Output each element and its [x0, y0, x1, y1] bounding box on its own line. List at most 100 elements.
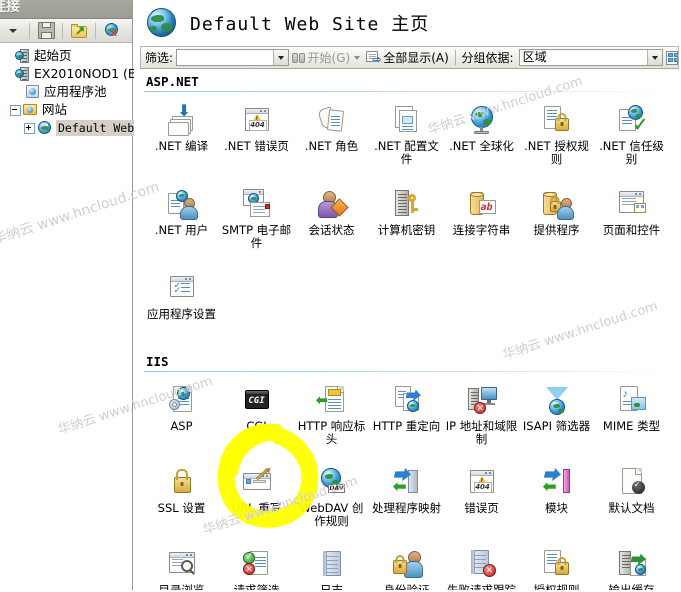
- feature-mime-types[interactable]: ♪ MIME 类型: [594, 378, 669, 460]
- error-code-404: 404: [248, 120, 267, 131]
- feature-ssl-settings[interactable]: SSL 设置: [144, 460, 219, 542]
- failed-request-tracing-rules-icon: [466, 548, 498, 580]
- save-icon[interactable]: [35, 20, 57, 42]
- feature-connection-strings[interactable]: ab 连接字符串: [444, 182, 519, 266]
- tree-item-label: Default Web: [56, 120, 137, 136]
- feature-modules[interactable]: ⮕ ⬅ 模块: [519, 460, 594, 542]
- feature-authentication[interactable]: 身份验证: [369, 542, 444, 592]
- feature-dotnet-compilation[interactable]: ⬇ .NET 编译: [144, 98, 219, 182]
- chevron-down-icon[interactable]: [354, 55, 361, 60]
- handler-mappings-icon: ⮕ ⬅: [391, 466, 423, 498]
- feature-directory-browsing[interactable]: 目录浏览: [144, 542, 219, 592]
- default-document-icon: [616, 466, 648, 498]
- feature-output-caching[interactable]: ⮕ 输出缓存: [594, 542, 669, 592]
- feature-label: .NET 编译: [154, 139, 209, 153]
- tree-item-label: 应用程序池: [44, 84, 107, 99]
- feature-label: .NET 角色: [304, 139, 359, 153]
- mime-types-icon: ♪: [616, 384, 648, 416]
- feature-authorization-rules[interactable]: 授权规则: [519, 542, 594, 592]
- feature-grid-aspnet: ⬇ .NET 编译 404 .NET 错误页: [140, 98, 681, 350]
- feature-logging[interactable]: 日志: [294, 542, 369, 592]
- feature-url-rewrite[interactable]: URL 重写: [219, 460, 294, 542]
- request-filtering-icon: [241, 548, 273, 580]
- tree-item-sites[interactable]: 网站: [2, 101, 132, 119]
- app-pool-icon: [25, 84, 41, 100]
- tree-item-server[interactable]: EX2010NOD1 (EVE\ad: [2, 65, 172, 83]
- group-by-value: 区域: [522, 50, 547, 64]
- asp-icon: [166, 384, 198, 416]
- authorization-rules-icon: [541, 548, 573, 580]
- feature-session-state[interactable]: 会话状态: [294, 182, 369, 266]
- filter-input[interactable]: [176, 49, 289, 66]
- feature-dotnet-profile[interactable]: .NET 配置文件: [369, 98, 444, 182]
- dotnet-globalization-icon: [466, 104, 498, 136]
- dav-badge: DAV: [327, 484, 346, 493]
- feature-cgi[interactable]: CGI CGI: [219, 378, 294, 460]
- section-iis: IIS ASP CGI CGI ⬅ HTTP 响应标头 ⮕ HTTP 重定向 ✕…: [140, 354, 681, 592]
- feature-webdav-authoring-rules[interactable]: DAV WebDAV 创作规则: [294, 460, 369, 542]
- tree-item-label: 起始页: [34, 48, 72, 63]
- feature-label: HTTP 响应标头: [297, 419, 366, 446]
- view-grid-icon[interactable]: [666, 50, 678, 65]
- feature-default-document[interactable]: 默认文档: [594, 460, 669, 542]
- server-globe-icon: [15, 66, 31, 82]
- show-all-button[interactable]: ⇨ 全部显示(A): [363, 49, 452, 66]
- globe-disconnect-icon[interactable]: ✕: [101, 20, 123, 42]
- filter-toolbar: 筛选: 开始(G) ⇨ 全部显示(A) 分组依据: 区域: [140, 46, 679, 69]
- feature-http-response-headers[interactable]: ⬅ HTTP 响应标头: [294, 378, 369, 460]
- machine-key-icon: [391, 188, 423, 220]
- feature-dotnet-users[interactable]: .NET 用户: [144, 182, 219, 266]
- application-settings-icon: ✓ ✓: [166, 272, 198, 304]
- feature-smtp-email[interactable]: SMTP 电子邮件: [219, 182, 294, 266]
- feature-handler-mappings[interactable]: ⮕ ⬅ 处理程序映射: [369, 460, 444, 542]
- toolbar-divider: [29, 22, 30, 39]
- feature-pages-and-controls[interactable]: 页面和控件: [594, 182, 669, 266]
- feature-machine-key[interactable]: 计算机密钥: [369, 182, 444, 266]
- dotnet-compilation-icon: ⬇: [166, 104, 198, 136]
- sites-folder-icon: [23, 102, 39, 118]
- feature-failed-request-tracing-rules[interactable]: 失败请求跟踪规则: [444, 542, 519, 592]
- feature-isapi-filters[interactable]: ISAPI 筛选器: [519, 378, 594, 460]
- providers-icon: [541, 188, 574, 220]
- connection-strings-icon: ab: [466, 188, 498, 220]
- tree-expander-plus[interactable]: [24, 122, 35, 134]
- chevron-down-icon[interactable]: [2, 20, 24, 42]
- tree-item-default-web-site[interactable]: ? Default Web: [2, 119, 137, 137]
- feature-ip-address-domain-restrictions[interactable]: IP 地址和域限制: [444, 378, 519, 460]
- feature-request-filtering[interactable]: 请求筛选: [219, 542, 294, 592]
- feature-dotnet-trust-levels[interactable]: ✓ .NET 信任级别: [594, 98, 669, 182]
- feature-http-redirect[interactable]: ⮕ HTTP 重定向: [369, 378, 444, 460]
- group-by-select[interactable]: 区域: [518, 49, 664, 66]
- connections-toolbar: ↗ ✕: [0, 19, 132, 43]
- web-site-icon: ?: [37, 120, 53, 136]
- feature-error-pages[interactable]: 404 错误页: [444, 460, 519, 542]
- feature-providers[interactable]: 提供程序: [519, 182, 594, 266]
- tree-item-start-page[interactable]: 起始页: [2, 47, 132, 65]
- binoculars-icon: [291, 52, 306, 64]
- tree-item-application-pools[interactable]: 应用程序池: [2, 83, 132, 101]
- feature-label: .NET 配置文件: [374, 139, 439, 166]
- feature-label: CGI: [246, 419, 267, 433]
- pages-and-controls-icon: [616, 188, 648, 220]
- dotnet-authorization-rules-icon: [541, 104, 573, 136]
- feature-label: ASP: [170, 419, 193, 433]
- filter-label: 筛选:: [145, 51, 174, 65]
- feature-dotnet-error-pages[interactable]: 404 .NET 错误页: [219, 98, 294, 182]
- cgi-icon: CGI: [241, 384, 273, 416]
- toolbar-divider: [62, 22, 63, 39]
- feature-dotnet-authorization-rules[interactable]: .NET 授权规则: [519, 98, 594, 182]
- feature-label: 页面和控件: [602, 223, 661, 237]
- folder-connect-icon[interactable]: ↗: [68, 20, 90, 42]
- chevron-down-icon[interactable]: [272, 50, 288, 65]
- tree-expander-minus[interactable]: [10, 104, 21, 116]
- chevron-down-icon[interactable]: [647, 50, 663, 65]
- feature-application-settings[interactable]: ✓ ✓ 应用程序设置: [144, 266, 219, 350]
- go-button[interactable]: 开始(G): [289, 49, 364, 66]
- feature-dotnet-globalization[interactable]: .NET 全球化: [444, 98, 519, 182]
- feature-asp[interactable]: ASP: [144, 378, 219, 460]
- feature-label: SMTP 电子邮件: [221, 223, 292, 250]
- feature-label: 计算机密钥: [377, 223, 436, 237]
- error-pages-icon: 404: [466, 466, 498, 498]
- feature-label: SSL 设置: [157, 501, 206, 515]
- feature-dotnet-roles[interactable]: .NET 角色: [294, 98, 369, 182]
